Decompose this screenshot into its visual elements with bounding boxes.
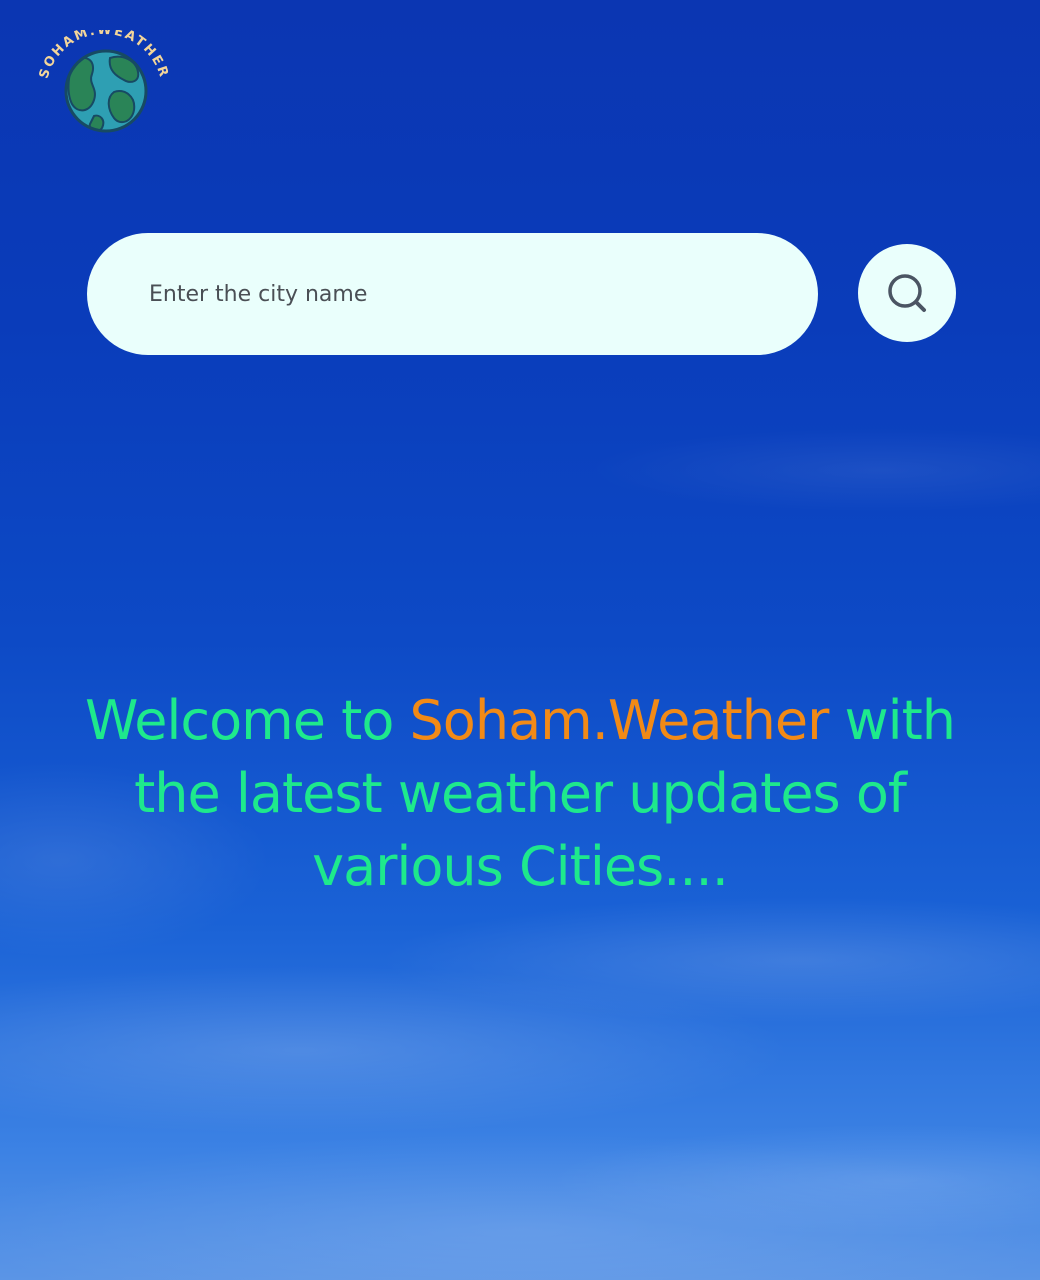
- logo: SOHAM.WEATHER: [36, 23, 172, 140]
- globe-icon: SOHAM.WEATHER: [37, 23, 169, 133]
- welcome-prefix: Welcome to: [84, 689, 410, 752]
- search-bar: [87, 233, 818, 355]
- brand-name: Soham.Weather: [409, 689, 830, 752]
- search-input[interactable]: [147, 280, 771, 308]
- welcome-message: Welcome to Soham.Weather with the latest…: [60, 684, 980, 903]
- search-button[interactable]: [858, 244, 956, 342]
- search-icon: [888, 274, 926, 312]
